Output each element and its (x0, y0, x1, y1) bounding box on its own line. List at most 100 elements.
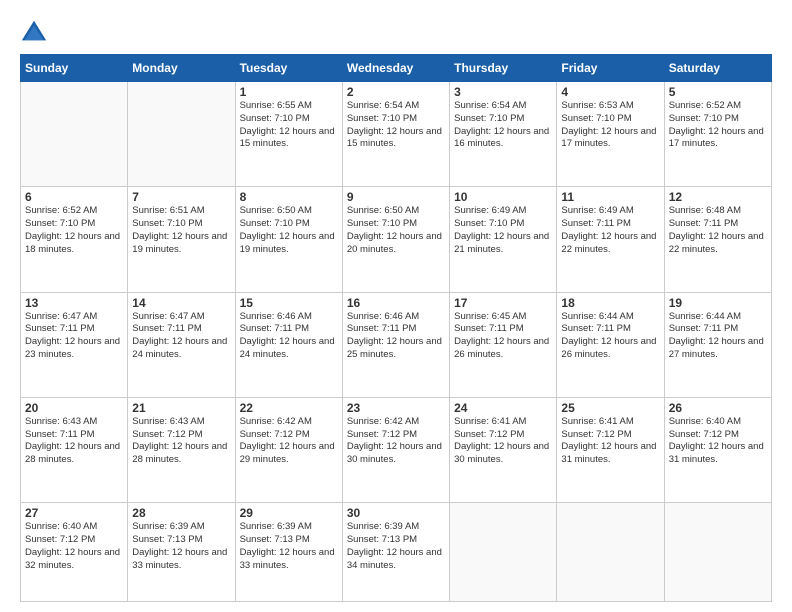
day-number: 11 (561, 190, 659, 204)
day-number: 28 (132, 506, 230, 520)
calendar-cell: 19Sunrise: 6:44 AM Sunset: 7:11 PM Dayli… (664, 292, 771, 397)
day-info: Sunrise: 6:52 AM Sunset: 7:10 PM Dayligh… (25, 205, 123, 256)
day-number: 26 (669, 401, 767, 415)
day-info: Sunrise: 6:40 AM Sunset: 7:12 PM Dayligh… (669, 416, 767, 467)
week-row-3: 13Sunrise: 6:47 AM Sunset: 7:11 PM Dayli… (21, 292, 772, 397)
day-info: Sunrise: 6:39 AM Sunset: 7:13 PM Dayligh… (347, 521, 445, 572)
day-info: Sunrise: 6:44 AM Sunset: 7:11 PM Dayligh… (669, 311, 767, 362)
day-number: 6 (25, 190, 123, 204)
calendar-cell: 24Sunrise: 6:41 AM Sunset: 7:12 PM Dayli… (450, 397, 557, 502)
day-number: 29 (240, 506, 338, 520)
day-info: Sunrise: 6:42 AM Sunset: 7:12 PM Dayligh… (347, 416, 445, 467)
week-row-1: 1Sunrise: 6:55 AM Sunset: 7:10 PM Daylig… (21, 82, 772, 187)
calendar-cell (21, 82, 128, 187)
day-info: Sunrise: 6:41 AM Sunset: 7:12 PM Dayligh… (561, 416, 659, 467)
day-info: Sunrise: 6:45 AM Sunset: 7:11 PM Dayligh… (454, 311, 552, 362)
day-number: 23 (347, 401, 445, 415)
calendar-cell: 30Sunrise: 6:39 AM Sunset: 7:13 PM Dayli… (342, 503, 449, 602)
weekday-saturday: Saturday (664, 55, 771, 82)
day-number: 3 (454, 85, 552, 99)
calendar-cell: 23Sunrise: 6:42 AM Sunset: 7:12 PM Dayli… (342, 397, 449, 502)
day-info: Sunrise: 6:50 AM Sunset: 7:10 PM Dayligh… (347, 205, 445, 256)
day-number: 7 (132, 190, 230, 204)
logo-icon (20, 18, 48, 46)
calendar-cell (450, 503, 557, 602)
calendar-cell (557, 503, 664, 602)
day-info: Sunrise: 6:43 AM Sunset: 7:12 PM Dayligh… (132, 416, 230, 467)
day-number: 21 (132, 401, 230, 415)
calendar-cell: 16Sunrise: 6:46 AM Sunset: 7:11 PM Dayli… (342, 292, 449, 397)
day-info: Sunrise: 6:40 AM Sunset: 7:12 PM Dayligh… (25, 521, 123, 572)
calendar-cell: 22Sunrise: 6:42 AM Sunset: 7:12 PM Dayli… (235, 397, 342, 502)
day-number: 24 (454, 401, 552, 415)
day-number: 2 (347, 85, 445, 99)
weekday-wednesday: Wednesday (342, 55, 449, 82)
day-info: Sunrise: 6:53 AM Sunset: 7:10 PM Dayligh… (561, 100, 659, 151)
day-number: 12 (669, 190, 767, 204)
calendar-cell: 3Sunrise: 6:54 AM Sunset: 7:10 PM Daylig… (450, 82, 557, 187)
logo (20, 18, 52, 46)
calendar-cell: 18Sunrise: 6:44 AM Sunset: 7:11 PM Dayli… (557, 292, 664, 397)
day-number: 15 (240, 296, 338, 310)
calendar-cell: 1Sunrise: 6:55 AM Sunset: 7:10 PM Daylig… (235, 82, 342, 187)
day-number: 16 (347, 296, 445, 310)
calendar-table: SundayMondayTuesdayWednesdayThursdayFrid… (20, 54, 772, 602)
day-info: Sunrise: 6:49 AM Sunset: 7:11 PM Dayligh… (561, 205, 659, 256)
calendar-cell: 17Sunrise: 6:45 AM Sunset: 7:11 PM Dayli… (450, 292, 557, 397)
day-info: Sunrise: 6:44 AM Sunset: 7:11 PM Dayligh… (561, 311, 659, 362)
day-info: Sunrise: 6:47 AM Sunset: 7:11 PM Dayligh… (132, 311, 230, 362)
weekday-sunday: Sunday (21, 55, 128, 82)
calendar-cell: 6Sunrise: 6:52 AM Sunset: 7:10 PM Daylig… (21, 187, 128, 292)
day-info: Sunrise: 6:47 AM Sunset: 7:11 PM Dayligh… (25, 311, 123, 362)
day-info: Sunrise: 6:50 AM Sunset: 7:10 PM Dayligh… (240, 205, 338, 256)
day-info: Sunrise: 6:46 AM Sunset: 7:11 PM Dayligh… (240, 311, 338, 362)
week-row-4: 20Sunrise: 6:43 AM Sunset: 7:11 PM Dayli… (21, 397, 772, 502)
day-info: Sunrise: 6:39 AM Sunset: 7:13 PM Dayligh… (132, 521, 230, 572)
day-number: 27 (25, 506, 123, 520)
calendar-cell: 7Sunrise: 6:51 AM Sunset: 7:10 PM Daylig… (128, 187, 235, 292)
day-info: Sunrise: 6:42 AM Sunset: 7:12 PM Dayligh… (240, 416, 338, 467)
weekday-header-row: SundayMondayTuesdayWednesdayThursdayFrid… (21, 55, 772, 82)
calendar-cell (664, 503, 771, 602)
calendar-cell: 11Sunrise: 6:49 AM Sunset: 7:11 PM Dayli… (557, 187, 664, 292)
calendar-cell: 9Sunrise: 6:50 AM Sunset: 7:10 PM Daylig… (342, 187, 449, 292)
day-info: Sunrise: 6:55 AM Sunset: 7:10 PM Dayligh… (240, 100, 338, 151)
calendar-cell: 4Sunrise: 6:53 AM Sunset: 7:10 PM Daylig… (557, 82, 664, 187)
day-number: 30 (347, 506, 445, 520)
calendar-cell: 10Sunrise: 6:49 AM Sunset: 7:10 PM Dayli… (450, 187, 557, 292)
day-number: 17 (454, 296, 552, 310)
calendar-cell (128, 82, 235, 187)
calendar-cell: 27Sunrise: 6:40 AM Sunset: 7:12 PM Dayli… (21, 503, 128, 602)
calendar-cell: 12Sunrise: 6:48 AM Sunset: 7:11 PM Dayli… (664, 187, 771, 292)
day-number: 4 (561, 85, 659, 99)
day-number: 19 (669, 296, 767, 310)
calendar-cell: 26Sunrise: 6:40 AM Sunset: 7:12 PM Dayli… (664, 397, 771, 502)
week-row-2: 6Sunrise: 6:52 AM Sunset: 7:10 PM Daylig… (21, 187, 772, 292)
calendar-cell: 8Sunrise: 6:50 AM Sunset: 7:10 PM Daylig… (235, 187, 342, 292)
day-info: Sunrise: 6:46 AM Sunset: 7:11 PM Dayligh… (347, 311, 445, 362)
calendar-cell: 5Sunrise: 6:52 AM Sunset: 7:10 PM Daylig… (664, 82, 771, 187)
calendar-cell: 20Sunrise: 6:43 AM Sunset: 7:11 PM Dayli… (21, 397, 128, 502)
weekday-thursday: Thursday (450, 55, 557, 82)
day-number: 25 (561, 401, 659, 415)
day-info: Sunrise: 6:43 AM Sunset: 7:11 PM Dayligh… (25, 416, 123, 467)
day-info: Sunrise: 6:54 AM Sunset: 7:10 PM Dayligh… (454, 100, 552, 151)
day-number: 5 (669, 85, 767, 99)
day-number: 10 (454, 190, 552, 204)
weekday-tuesday: Tuesday (235, 55, 342, 82)
day-info: Sunrise: 6:41 AM Sunset: 7:12 PM Dayligh… (454, 416, 552, 467)
calendar-cell: 14Sunrise: 6:47 AM Sunset: 7:11 PM Dayli… (128, 292, 235, 397)
week-row-5: 27Sunrise: 6:40 AM Sunset: 7:12 PM Dayli… (21, 503, 772, 602)
day-number: 22 (240, 401, 338, 415)
day-info: Sunrise: 6:54 AM Sunset: 7:10 PM Dayligh… (347, 100, 445, 151)
day-number: 14 (132, 296, 230, 310)
page: SundayMondayTuesdayWednesdayThursdayFrid… (0, 0, 792, 612)
calendar-cell: 2Sunrise: 6:54 AM Sunset: 7:10 PM Daylig… (342, 82, 449, 187)
day-info: Sunrise: 6:52 AM Sunset: 7:10 PM Dayligh… (669, 100, 767, 151)
calendar-cell: 25Sunrise: 6:41 AM Sunset: 7:12 PM Dayli… (557, 397, 664, 502)
day-info: Sunrise: 6:51 AM Sunset: 7:10 PM Dayligh… (132, 205, 230, 256)
day-number: 18 (561, 296, 659, 310)
weekday-monday: Monday (128, 55, 235, 82)
weekday-friday: Friday (557, 55, 664, 82)
day-number: 1 (240, 85, 338, 99)
